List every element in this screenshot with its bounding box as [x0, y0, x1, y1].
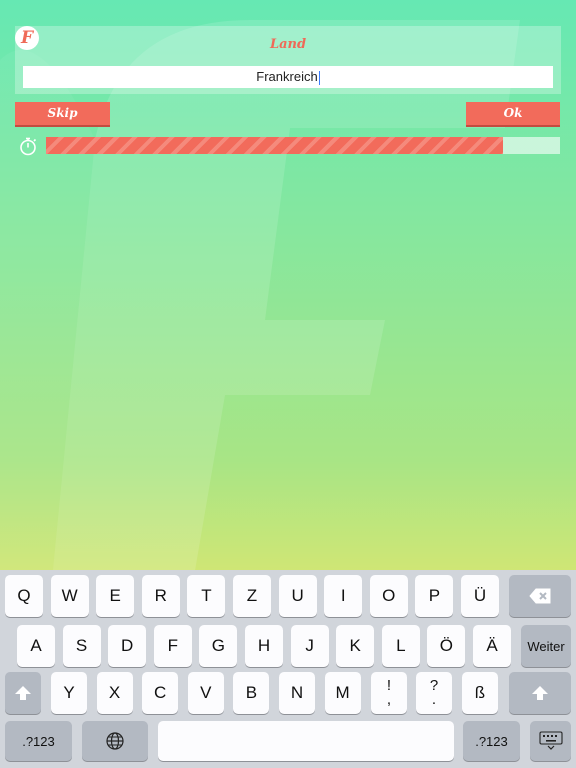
space-bar[interactable]	[158, 721, 454, 761]
skip-button[interactable]: Skip	[15, 102, 110, 127]
shift-key-right[interactable]	[509, 672, 571, 714]
key-r[interactable]: R	[141, 575, 180, 617]
key-d[interactable]: D	[108, 625, 147, 667]
keyboard: QWERTZUIOPÜ ASDFGHJKLÖÄ Weiter YXCVBNM !…	[0, 570, 576, 768]
key-q[interactable]: Q	[5, 575, 43, 617]
key-p[interactable]: P	[415, 575, 454, 617]
key-l[interactable]: L	[381, 625, 420, 667]
globe-icon	[106, 732, 124, 750]
ok-button[interactable]: Ok	[466, 102, 560, 127]
key-w[interactable]: W	[50, 575, 89, 617]
timer-progress-bar	[46, 137, 560, 154]
stopwatch-icon	[20, 137, 37, 156]
key-ö[interactable]: Ö	[427, 625, 466, 667]
key-m[interactable]: M	[324, 672, 361, 714]
key-ü[interactable]: Ü	[461, 575, 499, 617]
key-bottom-char: .	[431, 691, 437, 708]
timer-progress-fill	[46, 137, 504, 154]
key-sz[interactable]: ß	[462, 672, 498, 714]
keyboard-dismiss-key[interactable]	[530, 721, 571, 761]
key-a[interactable]: A	[17, 625, 55, 667]
key-b[interactable]: B	[233, 672, 270, 714]
shift-icon	[532, 686, 548, 700]
key-c[interactable]: C	[142, 672, 179, 714]
globe-key[interactable]	[82, 721, 148, 761]
key-f[interactable]: F	[153, 625, 192, 667]
answer-input[interactable]: Frankreich	[23, 66, 553, 88]
backspace-key[interactable]	[509, 575, 571, 617]
key-i[interactable]: I	[324, 575, 363, 617]
key-h[interactable]: H	[245, 625, 283, 667]
key-v[interactable]: V	[187, 672, 224, 714]
key-e[interactable]: E	[96, 575, 135, 617]
shift-icon	[15, 686, 31, 700]
numbers-key-right[interactable]: .?123	[463, 721, 520, 761]
key-u[interactable]: U	[278, 575, 317, 617]
key-z[interactable]: Z	[233, 575, 271, 617]
keyboard-dismiss-icon	[538, 731, 563, 750]
key-x[interactable]: X	[96, 672, 133, 714]
key-s[interactable]: S	[62, 625, 101, 667]
shift-key-left[interactable]	[5, 672, 41, 714]
answer-text: Frankreich	[256, 69, 318, 84]
return-key[interactable]: Weiter	[521, 625, 571, 667]
key-bottom-char: ,	[386, 691, 392, 708]
key-o[interactable]: O	[369, 575, 408, 617]
backspace-icon	[529, 588, 551, 604]
key-ä[interactable]: Ä	[473, 625, 511, 667]
category-label: Land	[269, 37, 307, 52]
key-j[interactable]: J	[290, 625, 329, 667]
key-g[interactable]: G	[199, 625, 238, 667]
key-k[interactable]: K	[336, 625, 375, 667]
numbers-key-left[interactable]: .?123	[5, 721, 72, 761]
exclamation-comma-key[interactable]: !,	[371, 672, 407, 714]
key-y[interactable]: Y	[51, 672, 87, 714]
key-n[interactable]: N	[279, 672, 315, 714]
text-caret	[318, 70, 320, 85]
question-period-key[interactable]: ?.	[416, 672, 452, 714]
key-t[interactable]: T	[187, 575, 226, 617]
